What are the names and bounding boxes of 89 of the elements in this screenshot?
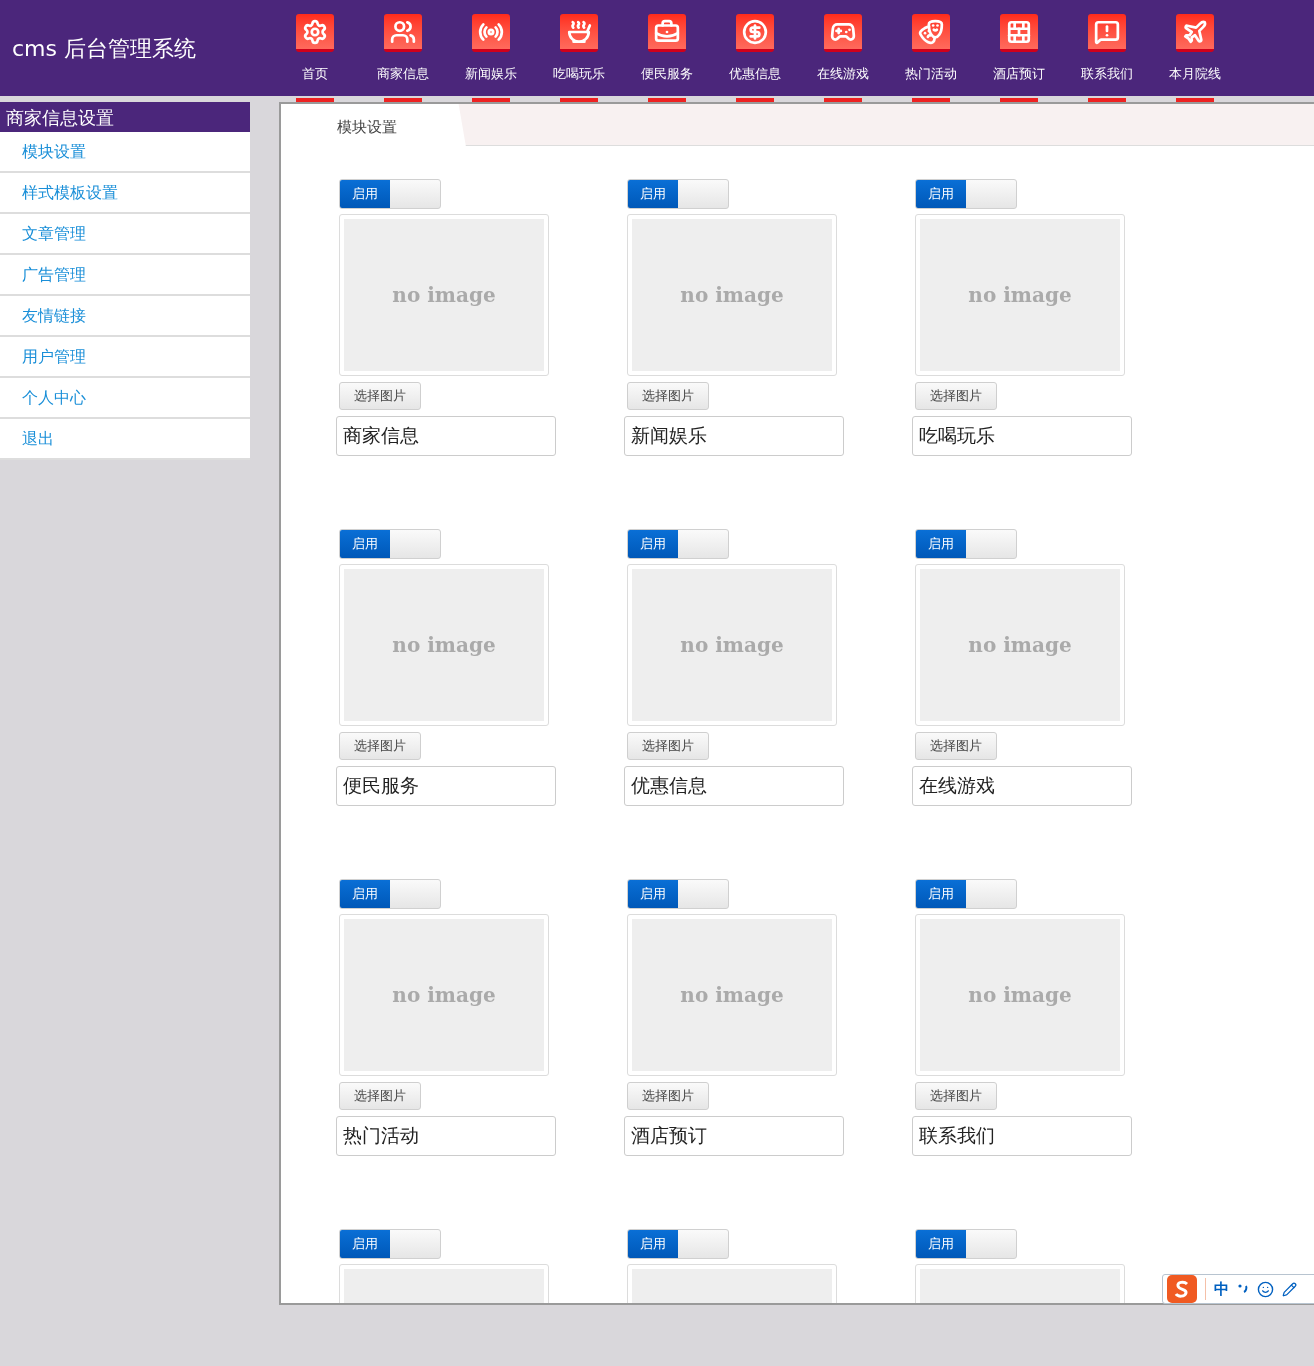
nav-item[interactable]: 在线游戏 — [799, 0, 887, 96]
toggle-label: 启用 — [628, 180, 678, 208]
module-name-field[interactable]: 新闻娱乐 — [624, 416, 844, 456]
toolbox-icon — [648, 14, 686, 52]
signal-icon — [472, 14, 510, 52]
sidebar-item[interactable]: 文章管理 — [0, 214, 250, 255]
enable-toggle[interactable]: 启用 — [627, 1229, 729, 1259]
toggle-label: 启用 — [340, 1230, 390, 1258]
placeholder-text: no image — [392, 632, 496, 659]
choose-image-button[interactable]: 选择图片 — [915, 1082, 997, 1110]
enable-toggle[interactable]: 启用 — [915, 879, 1017, 909]
enable-toggle[interactable]: 启用 — [339, 179, 441, 209]
enable-toggle[interactable]: 启用 — [627, 529, 729, 559]
module-name-field[interactable]: 联系我们 — [912, 1116, 1132, 1156]
nav-item[interactable]: 本月院线 — [1151, 0, 1239, 96]
people-icon — [384, 14, 422, 52]
placeholder-text: no image — [680, 982, 784, 1009]
ime-toolbar[interactable]: 中 — [1162, 1274, 1314, 1304]
punctuation-icon[interactable] — [1237, 1283, 1249, 1295]
choose-image-button[interactable]: 选择图片 — [339, 732, 421, 760]
toggle-label: 启用 — [916, 1230, 966, 1258]
sidebar-item[interactable]: 个人中心 — [0, 378, 250, 419]
gear-icon — [296, 14, 334, 52]
nav-item[interactable]: 热门活动 — [887, 0, 975, 96]
choose-image-button[interactable]: 选择图片 — [915, 382, 997, 410]
placeholder-text: no image — [680, 282, 784, 309]
emoji-icon[interactable] — [1257, 1280, 1274, 1298]
module-name-field[interactable]: 商家信息 — [336, 416, 556, 456]
enable-toggle[interactable]: 启用 — [339, 879, 441, 909]
module-name-field[interactable]: 便民服务 — [336, 766, 556, 806]
dollar-icon — [736, 14, 774, 52]
module-name-field[interactable]: 在线游戏 — [912, 766, 1132, 806]
sidebar-heading: 商家信息设置 — [0, 102, 250, 132]
pen-icon[interactable] — [1282, 1281, 1297, 1297]
brick-wall-icon — [1000, 14, 1038, 52]
gamepad-icon — [824, 14, 862, 52]
nav-item[interactable]: 优惠信息 — [711, 0, 799, 96]
nav-item[interactable]: 酒店预订 — [975, 0, 1063, 96]
enable-toggle[interactable]: 启用 — [915, 529, 1017, 559]
input-mode[interactable]: 中 — [1205, 1277, 1229, 1301]
choose-image-button[interactable]: 选择图片 — [339, 382, 421, 410]
enable-toggle[interactable]: 启用 — [627, 179, 729, 209]
tab[interactable]: 模块设置 — [281, 104, 466, 147]
nav-item[interactable]: 商家信息 — [359, 0, 447, 96]
sidebar-item[interactable]: 友情链接 — [0, 296, 250, 337]
nav-item[interactable]: 吃喝玩乐 — [535, 0, 623, 96]
choose-image-button[interactable]: 选择图片 — [627, 1082, 709, 1110]
sidebar-item[interactable]: 广告管理 — [0, 255, 250, 296]
choose-image-button[interactable]: 选择图片 — [627, 382, 709, 410]
enable-toggle[interactable]: 启用 — [915, 1229, 1017, 1259]
masks-icon — [912, 14, 950, 52]
enable-toggle[interactable]: 启用 — [339, 529, 441, 559]
toggle-label: 启用 — [340, 530, 390, 558]
toggle-label: 启用 — [916, 530, 966, 558]
plane-icon — [1176, 14, 1214, 52]
enable-toggle[interactable]: 启用 — [339, 1229, 441, 1259]
placeholder-text: no image — [968, 632, 1072, 659]
nav-item[interactable]: 新闻娱乐 — [447, 0, 535, 96]
sidebar-item[interactable]: 用户管理 — [0, 337, 250, 378]
placeholder-text: no image — [680, 632, 784, 659]
choose-image-button[interactable]: 选择图片 — [915, 732, 997, 760]
bowl-icon — [560, 14, 598, 52]
placeholder-text: no image — [392, 282, 496, 309]
choose-image-button[interactable]: 选择图片 — [339, 1082, 421, 1110]
enable-toggle[interactable]: 启用 — [915, 179, 1017, 209]
nav-item[interactable]: 首页 — [271, 0, 359, 96]
placeholder-text: no image — [392, 982, 496, 1009]
choose-image-button[interactable]: 选择图片 — [627, 732, 709, 760]
placeholder-text: no image — [968, 282, 1072, 309]
placeholder-text: no image — [968, 982, 1072, 1009]
nav-item[interactable]: 便民服务 — [623, 0, 711, 96]
module-name-field[interactable]: 吃喝玩乐 — [912, 416, 1132, 456]
module-name-field[interactable]: 优惠信息 — [624, 766, 844, 806]
alert-message-icon — [1088, 14, 1126, 52]
sidebar-item[interactable]: 样式模板设置 — [0, 173, 250, 214]
enable-toggle[interactable]: 启用 — [627, 879, 729, 909]
toggle-label: 启用 — [628, 1230, 678, 1258]
module-name-field[interactable]: 酒店预订 — [624, 1116, 844, 1156]
app-title: cms 后台管理系统 — [12, 34, 197, 63]
toggle-label: 启用 — [340, 880, 390, 908]
nav-item[interactable]: 联系我们 — [1063, 0, 1151, 96]
module-name-field[interactable]: 热门活动 — [336, 1116, 556, 1156]
toggle-label: 启用 — [916, 880, 966, 908]
sidebar-item[interactable]: 退出 — [0, 419, 250, 460]
toggle-label: 启用 — [916, 180, 966, 208]
toggle-label: 启用 — [628, 530, 678, 558]
sidebar-item[interactable]: 模块设置 — [0, 132, 250, 173]
toggle-label: 启用 — [628, 880, 678, 908]
toggle-label: 启用 — [340, 180, 390, 208]
